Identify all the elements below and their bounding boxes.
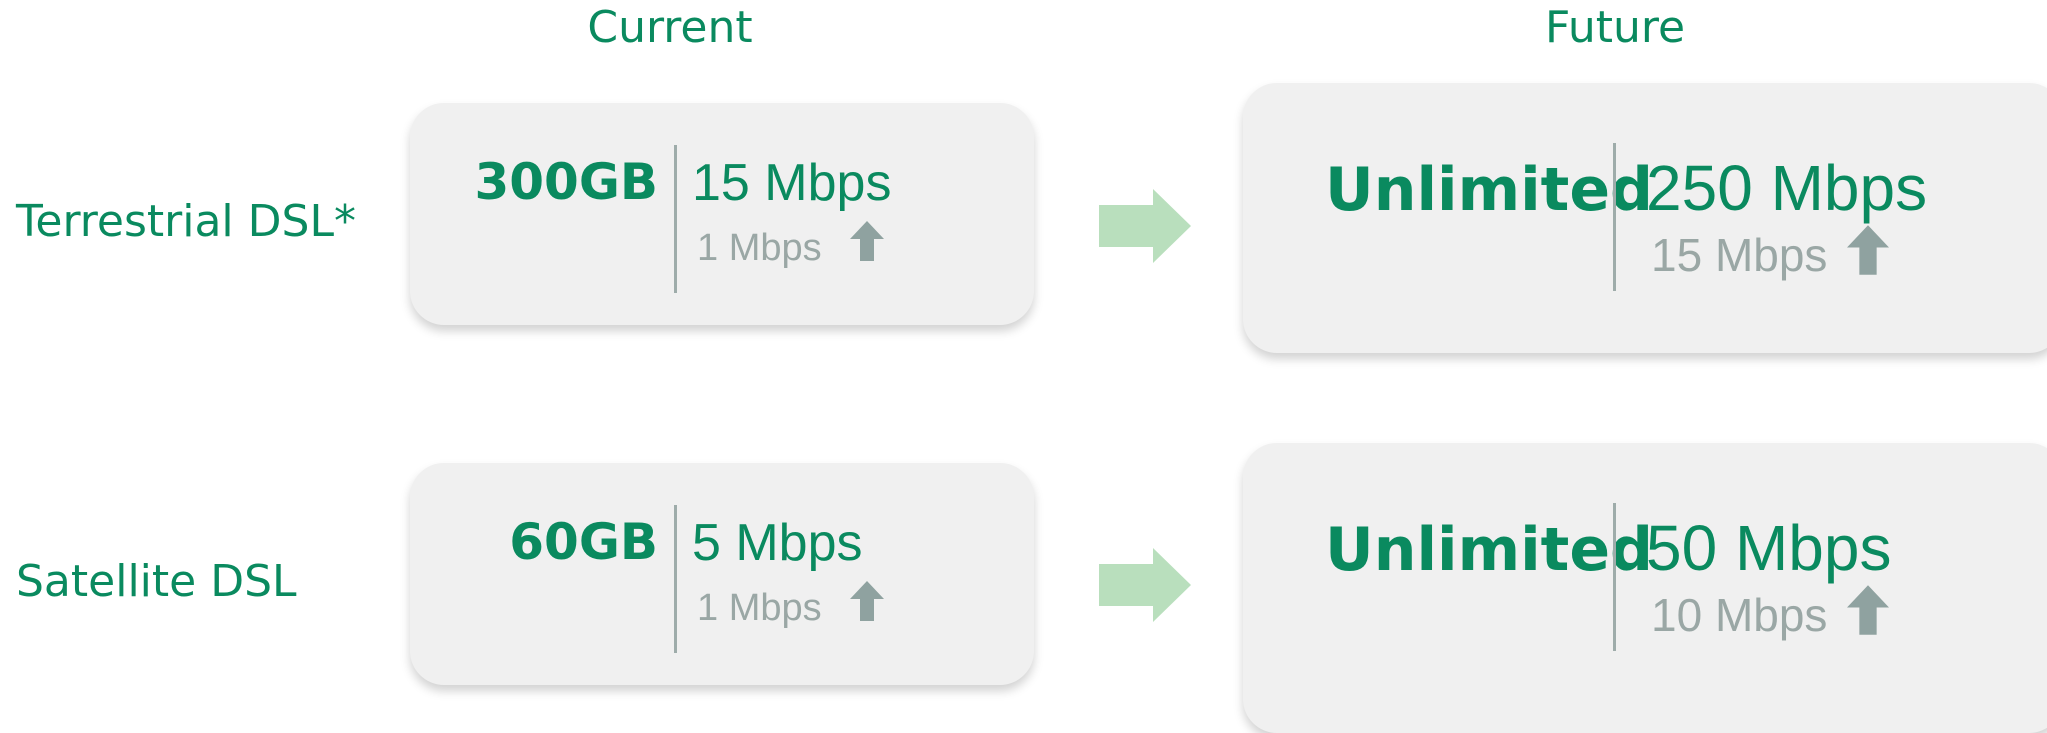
upload-speed: 15 Mbps	[1651, 229, 1828, 281]
right-arrow-icon	[1099, 189, 1191, 263]
upload-speed: 1 Mbps	[697, 587, 822, 629]
up-arrow-icon	[1847, 225, 1889, 275]
download-speed: 5 Mbps	[692, 514, 863, 572]
right-arrow-icon	[1099, 548, 1191, 622]
upload-speed: 10 Mbps	[1651, 589, 1828, 641]
future-plan-card-terrestrial: Unlimited 250 Mbps 15 Mbps	[1243, 83, 2047, 353]
data-cap: Unlimited	[1325, 155, 1653, 225]
divider	[1613, 503, 1616, 651]
up-arrow-icon	[850, 221, 884, 261]
divider	[674, 505, 677, 653]
current-plan-card-terrestrial: 300GB 15 Mbps 1 Mbps	[410, 103, 1034, 325]
column-header-current: Current	[587, 2, 753, 53]
future-plan-card-satellite: Unlimited 50 Mbps 10 Mbps	[1243, 443, 2047, 733]
up-arrow-icon	[1847, 585, 1889, 635]
row-label-terrestrial: Terrestrial DSL*	[16, 196, 356, 247]
data-cap: 60GB	[509, 513, 658, 571]
data-cap: Unlimited	[1325, 515, 1653, 585]
download-speed: 250 Mbps	[1646, 152, 1928, 224]
divider	[1613, 143, 1616, 291]
upload-speed: 1 Mbps	[697, 227, 822, 269]
column-header-future: Future	[1544, 2, 1686, 53]
row-label-satellite: Satellite DSL	[16, 556, 297, 607]
current-plan-card-satellite: 60GB 5 Mbps 1 Mbps	[410, 463, 1034, 685]
divider	[674, 145, 677, 293]
download-speed: 50 Mbps	[1646, 512, 1892, 584]
up-arrow-icon	[850, 581, 884, 621]
data-cap: 300GB	[474, 153, 658, 211]
download-speed: 15 Mbps	[692, 154, 892, 212]
